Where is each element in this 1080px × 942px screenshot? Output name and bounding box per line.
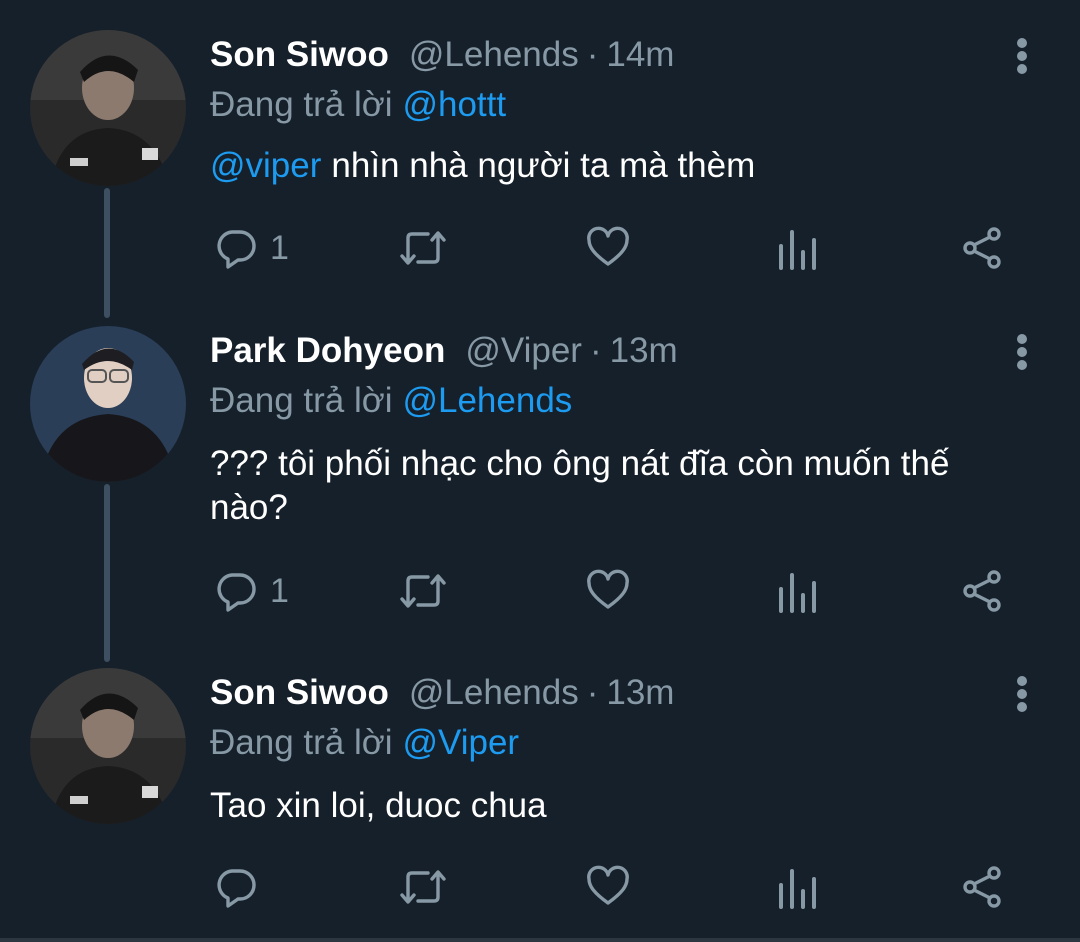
reply-count: 1 (270, 571, 289, 610)
tweet-text: @viper nhìn nhà người ta mà thèm (210, 144, 1030, 188)
like-icon (587, 865, 629, 905)
share-button[interactable] (960, 566, 1004, 616)
separator: · (589, 331, 602, 370)
share-icon (963, 227, 1001, 269)
reply-button[interactable] (214, 862, 270, 912)
analytics-icon (779, 230, 816, 270)
bottom-divider (0, 938, 1080, 942)
like-button[interactable] (586, 223, 630, 273)
share-icon (963, 570, 1001, 612)
body-content: Tao xin loi, duoc chua (210, 786, 547, 825)
avatar[interactable] (30, 30, 186, 186)
reply-icon (217, 230, 256, 269)
timestamp[interactable]: 13m (610, 331, 678, 371)
reply-button[interactable]: 1 (214, 566, 289, 616)
separator: · (586, 35, 599, 74)
author-name[interactable]: Son Siwoo (210, 35, 389, 75)
author-name[interactable]: Park Dohyeon (210, 331, 445, 371)
share-button[interactable] (960, 223, 1004, 273)
more-options-icon[interactable] (1010, 670, 1034, 718)
body-content: nhìn nhà người ta mà thèm (331, 146, 756, 185)
author-handle[interactable]: @Viper (465, 331, 582, 371)
retweet-button[interactable] (398, 223, 448, 273)
like-button[interactable] (586, 862, 630, 912)
analytics-icon (779, 869, 816, 909)
replying-to-label: Đang trả lời (210, 723, 393, 762)
replying-to-mention[interactable]: @hottt (402, 85, 506, 125)
analytics-button[interactable] (776, 862, 820, 912)
more-options-icon[interactable] (1010, 328, 1034, 376)
separator: · (586, 673, 599, 712)
reply-count: 1 (270, 228, 289, 267)
avatar-son-siwoo-image (30, 30, 186, 186)
retweet-icon (400, 870, 446, 904)
replying-to-label: Đang trả lời (210, 85, 393, 124)
avatar-son-siwoo-image (30, 668, 186, 824)
reply-icon (217, 869, 256, 908)
avatar[interactable] (30, 326, 186, 482)
tweet-text: Tao xin loi, duoc chua (210, 784, 1030, 828)
tweet-actions: 1 (0, 566, 1080, 616)
like-button[interactable] (586, 566, 630, 616)
timestamp[interactable]: 13m (606, 673, 674, 713)
analytics-button[interactable] (776, 566, 820, 616)
retweet-icon (400, 574, 446, 608)
analytics-button[interactable] (776, 223, 820, 273)
body-content: ??? tôi phối nhạc cho ông nát đĩa còn mu… (210, 444, 950, 527)
like-icon (587, 569, 629, 609)
share-icon (963, 866, 1001, 908)
analytics-icon (779, 573, 816, 613)
replying-to-mention[interactable]: @Lehends (402, 381, 572, 421)
replying-to-label: Đang trả lời (210, 381, 393, 420)
more-options-icon[interactable] (1010, 32, 1034, 80)
avatar[interactable] (30, 668, 186, 824)
timestamp[interactable]: 14m (606, 35, 674, 75)
avatar-park-dohyeon-image (30, 326, 186, 482)
reply-button[interactable]: 1 (214, 223, 289, 273)
body-mention[interactable]: @viper (210, 146, 321, 185)
author-handle[interactable]: @Lehends (409, 673, 579, 713)
tweet-text: ??? tôi phối nhạc cho ông nát đĩa còn mu… (210, 442, 1010, 530)
like-icon (587, 226, 629, 266)
replying-to-mention[interactable]: @Viper (402, 723, 519, 763)
retweet-button[interactable] (398, 566, 448, 616)
share-button[interactable] (960, 862, 1004, 912)
reply-icon (217, 573, 256, 612)
author-handle[interactable]: @Lehends (409, 35, 579, 75)
tweet-actions (0, 862, 1080, 912)
tweet-actions: 1 (0, 223, 1080, 273)
author-name[interactable]: Son Siwoo (210, 673, 389, 713)
retweet-button[interactable] (398, 862, 448, 912)
retweet-icon (400, 231, 446, 265)
